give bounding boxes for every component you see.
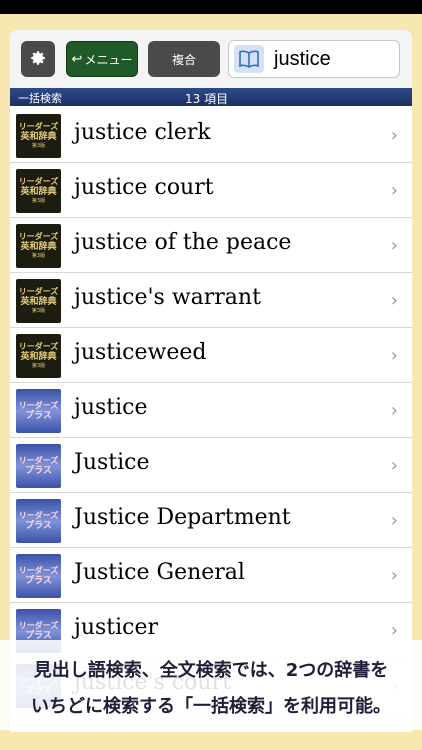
bottom-margin	[0, 732, 422, 750]
chevron-right-icon: ›	[390, 455, 398, 476]
leaders-plus-dictionary-icon: リーダーズプラス	[16, 554, 61, 598]
dictionary-icon-text: リーダーズ	[18, 455, 59, 465]
dictionary-icon-text: プラス	[25, 410, 52, 421]
return-arrow-icon: ↩	[71, 51, 83, 67]
chevron-right-icon: ›	[390, 290, 398, 311]
leaders-plus-dictionary-icon: リーダーズプラス	[16, 444, 61, 488]
result-row[interactable]: リーダーズ 英和辞典 第3版 justice court ›	[10, 163, 412, 218]
toolbar: ↩ メニュー 複合 justice	[10, 30, 412, 88]
result-word: justice's warrant	[74, 285, 261, 310]
chevron-right-icon: ›	[390, 565, 398, 586]
caption-line-2: いちどに検索する「一括検索」を利用可能。	[31, 696, 391, 717]
dictionary-icon-text: 英和辞典	[20, 187, 57, 197]
result-word: justice clerk	[74, 120, 211, 145]
result-word: Justice General	[74, 560, 245, 585]
leaders-dictionary-icon: リーダーズ 英和辞典 第3版	[16, 114, 61, 158]
result-word: Justice Department	[74, 505, 291, 530]
result-row[interactable]: リーダーズ プラス Justice Department ›	[10, 493, 412, 548]
chevron-right-icon: ›	[390, 235, 398, 256]
dictionary-icon-text: リーダーズ	[18, 287, 59, 296]
dictionary-icon-text: リーダーズ	[18, 232, 59, 241]
leaders-plus-dictionary-icon: リーダーズプラス	[16, 389, 61, 433]
gear-icon	[29, 49, 47, 70]
result-row[interactable]: リーダーズ 英和辞典 第3版 justiceweed ›	[10, 328, 412, 383]
caption-line-1: 見出し語検索、全文検索では、2つの辞書を	[33, 660, 389, 681]
leaders-dictionary-icon: リーダーズ 英和辞典 第3版	[16, 169, 61, 213]
compound-button-label: 複合	[171, 52, 196, 67]
dictionary-icon-text: 第3版	[31, 198, 46, 204]
dictionary-icon-text: 第3版	[31, 253, 46, 259]
dictionary-icon-text: 英和辞典	[20, 297, 57, 307]
dictionary-icon-text: リーダーズ	[18, 177, 59, 186]
leaders-dictionary-icon: リーダーズ 英和辞典 第3版	[16, 224, 61, 268]
dictionary-icon-text: リーダーズ	[18, 620, 59, 630]
chevron-right-icon: ›	[390, 620, 398, 641]
dictionary-icon-text: 英和辞典	[20, 132, 57, 142]
menu-button-label: メニュー	[84, 52, 133, 67]
promo-caption: 見出し語検索、全文検索では、2つの辞書を いちどに検索する「一括検索」を利用可能…	[0, 640, 422, 730]
batch-search-label: 一括検索	[18, 92, 62, 105]
result-row[interactable]: リーダーズ 英和辞典 第3版 justice's warrant ›	[10, 273, 412, 328]
dictionary-icon-text: リーダーズ	[18, 122, 59, 131]
dictionary-icon-text: 英和辞典	[20, 242, 57, 252]
chevron-right-icon: ›	[390, 400, 398, 421]
result-word: justice	[74, 395, 148, 420]
chevron-right-icon: ›	[390, 345, 398, 366]
settings-button[interactable]	[21, 41, 55, 77]
leaders-dictionary-icon: リーダーズ 英和辞典 第3版	[16, 279, 61, 323]
result-word: justice of the peace	[74, 230, 292, 255]
result-word: justiceweed	[74, 340, 207, 365]
result-word: justice court	[74, 175, 214, 200]
dictionary-icon-text: プラス	[25, 465, 52, 476]
dictionary-icon-text: 英和辞典	[20, 352, 57, 362]
search-field[interactable]: justice	[228, 40, 400, 78]
result-row[interactable]: リーダーズ プラス justice ›	[10, 383, 412, 438]
dictionary-icon-text: リーダーズ	[18, 565, 59, 575]
book-icon	[234, 45, 264, 73]
dictionary-icon-text: プラス	[25, 520, 52, 531]
dictionary-icon-text: リーダーズ	[18, 510, 59, 520]
result-word: justicer	[74, 615, 159, 640]
dictionary-icon-text: 第3版	[31, 143, 46, 149]
chevron-right-icon: ›	[390, 180, 398, 201]
result-row[interactable]: リーダーズ プラス Justice ›	[10, 438, 412, 493]
status-bar	[0, 0, 422, 14]
chevron-right-icon: ›	[390, 510, 398, 531]
compound-search-button[interactable]: 複合	[148, 41, 220, 77]
menu-button[interactable]: ↩ メニュー	[66, 41, 138, 77]
result-row[interactable]: リーダーズ 英和辞典 第3版 justice of the peace ›	[10, 218, 412, 273]
search-input[interactable]: justice	[274, 48, 331, 71]
dictionary-icon-text: リーダーズ	[18, 342, 59, 351]
result-count: 13 項目	[185, 92, 229, 106]
result-row[interactable]: リーダーズ 英和辞典 第3版 justice clerk ›	[10, 108, 412, 163]
dictionary-icon-text: 第3版	[31, 363, 46, 369]
chevron-right-icon: ›	[390, 125, 398, 146]
dictionary-icon-text: プラス	[25, 575, 52, 586]
result-count-bar: 一括検索 13 項目	[10, 88, 412, 106]
dictionary-icon-text: リーダーズ	[18, 400, 59, 410]
leaders-dictionary-icon: リーダーズ 英和辞典 第3版	[16, 334, 61, 378]
result-word: Justice	[74, 450, 150, 475]
result-list: リーダーズ 英和辞典 第3版 justice clerk › リーダーズ 英和辞典 第3版 ju…	[10, 108, 412, 713]
dictionary-icon-text: 第3版	[31, 308, 46, 314]
leaders-plus-dictionary-icon: リーダーズプラス	[16, 499, 61, 543]
result-row[interactable]: リーダーズ プラス Justice General ›	[10, 548, 412, 603]
